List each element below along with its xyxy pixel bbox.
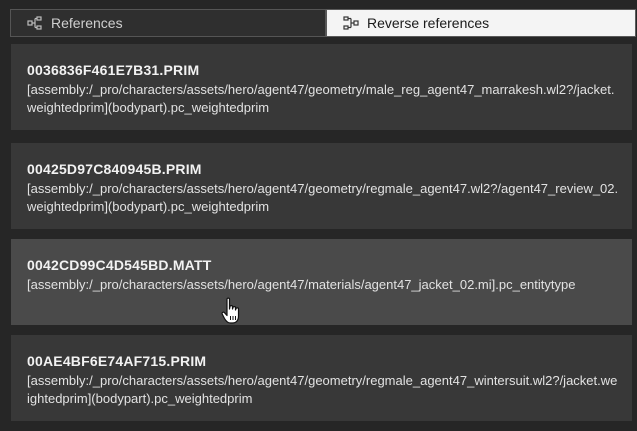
tab-reverse-references[interactable]: Reverse references bbox=[326, 9, 636, 37]
list-item[interactable]: 00AE4BF6E74AF715.PRIM [assembly:/_pro/ch… bbox=[11, 335, 632, 421]
item-path: [assembly:/_pro/characters/assets/hero/a… bbox=[27, 373, 618, 406]
item-title: 00AE4BF6E74AF715.PRIM bbox=[27, 353, 207, 369]
list-item[interactable]: 0042CD99C4D545BD.MATT [assembly:/_pro/ch… bbox=[11, 239, 632, 325]
tab-reverse-references-label: Reverse references bbox=[367, 15, 490, 31]
item-title: 0042CD99C4D545BD.MATT bbox=[27, 257, 212, 273]
item-title: 00425D97C840945B.PRIM bbox=[27, 161, 202, 177]
tab-references[interactable]: References bbox=[10, 9, 326, 37]
hand-cursor-icon bbox=[221, 297, 243, 325]
item-path: [assembly:/_pro/characters/assets/hero/a… bbox=[27, 82, 615, 115]
references-icon bbox=[27, 16, 43, 30]
list-item[interactable]: 0036836F461E7B31.PRIM [assembly:/_pro/ch… bbox=[11, 44, 632, 130]
list-item[interactable]: 00425D97C840945B.PRIM [assembly:/_pro/ch… bbox=[11, 143, 632, 229]
reverse-references-icon bbox=[343, 16, 359, 30]
item-path: [assembly:/_pro/characters/assets/hero/a… bbox=[27, 181, 619, 214]
tab-bar: References Reverse references bbox=[10, 9, 636, 37]
item-path: [assembly:/_pro/characters/assets/hero/a… bbox=[27, 277, 576, 292]
tab-references-label: References bbox=[51, 15, 123, 31]
item-title: 0036836F461E7B31.PRIM bbox=[27, 62, 200, 78]
